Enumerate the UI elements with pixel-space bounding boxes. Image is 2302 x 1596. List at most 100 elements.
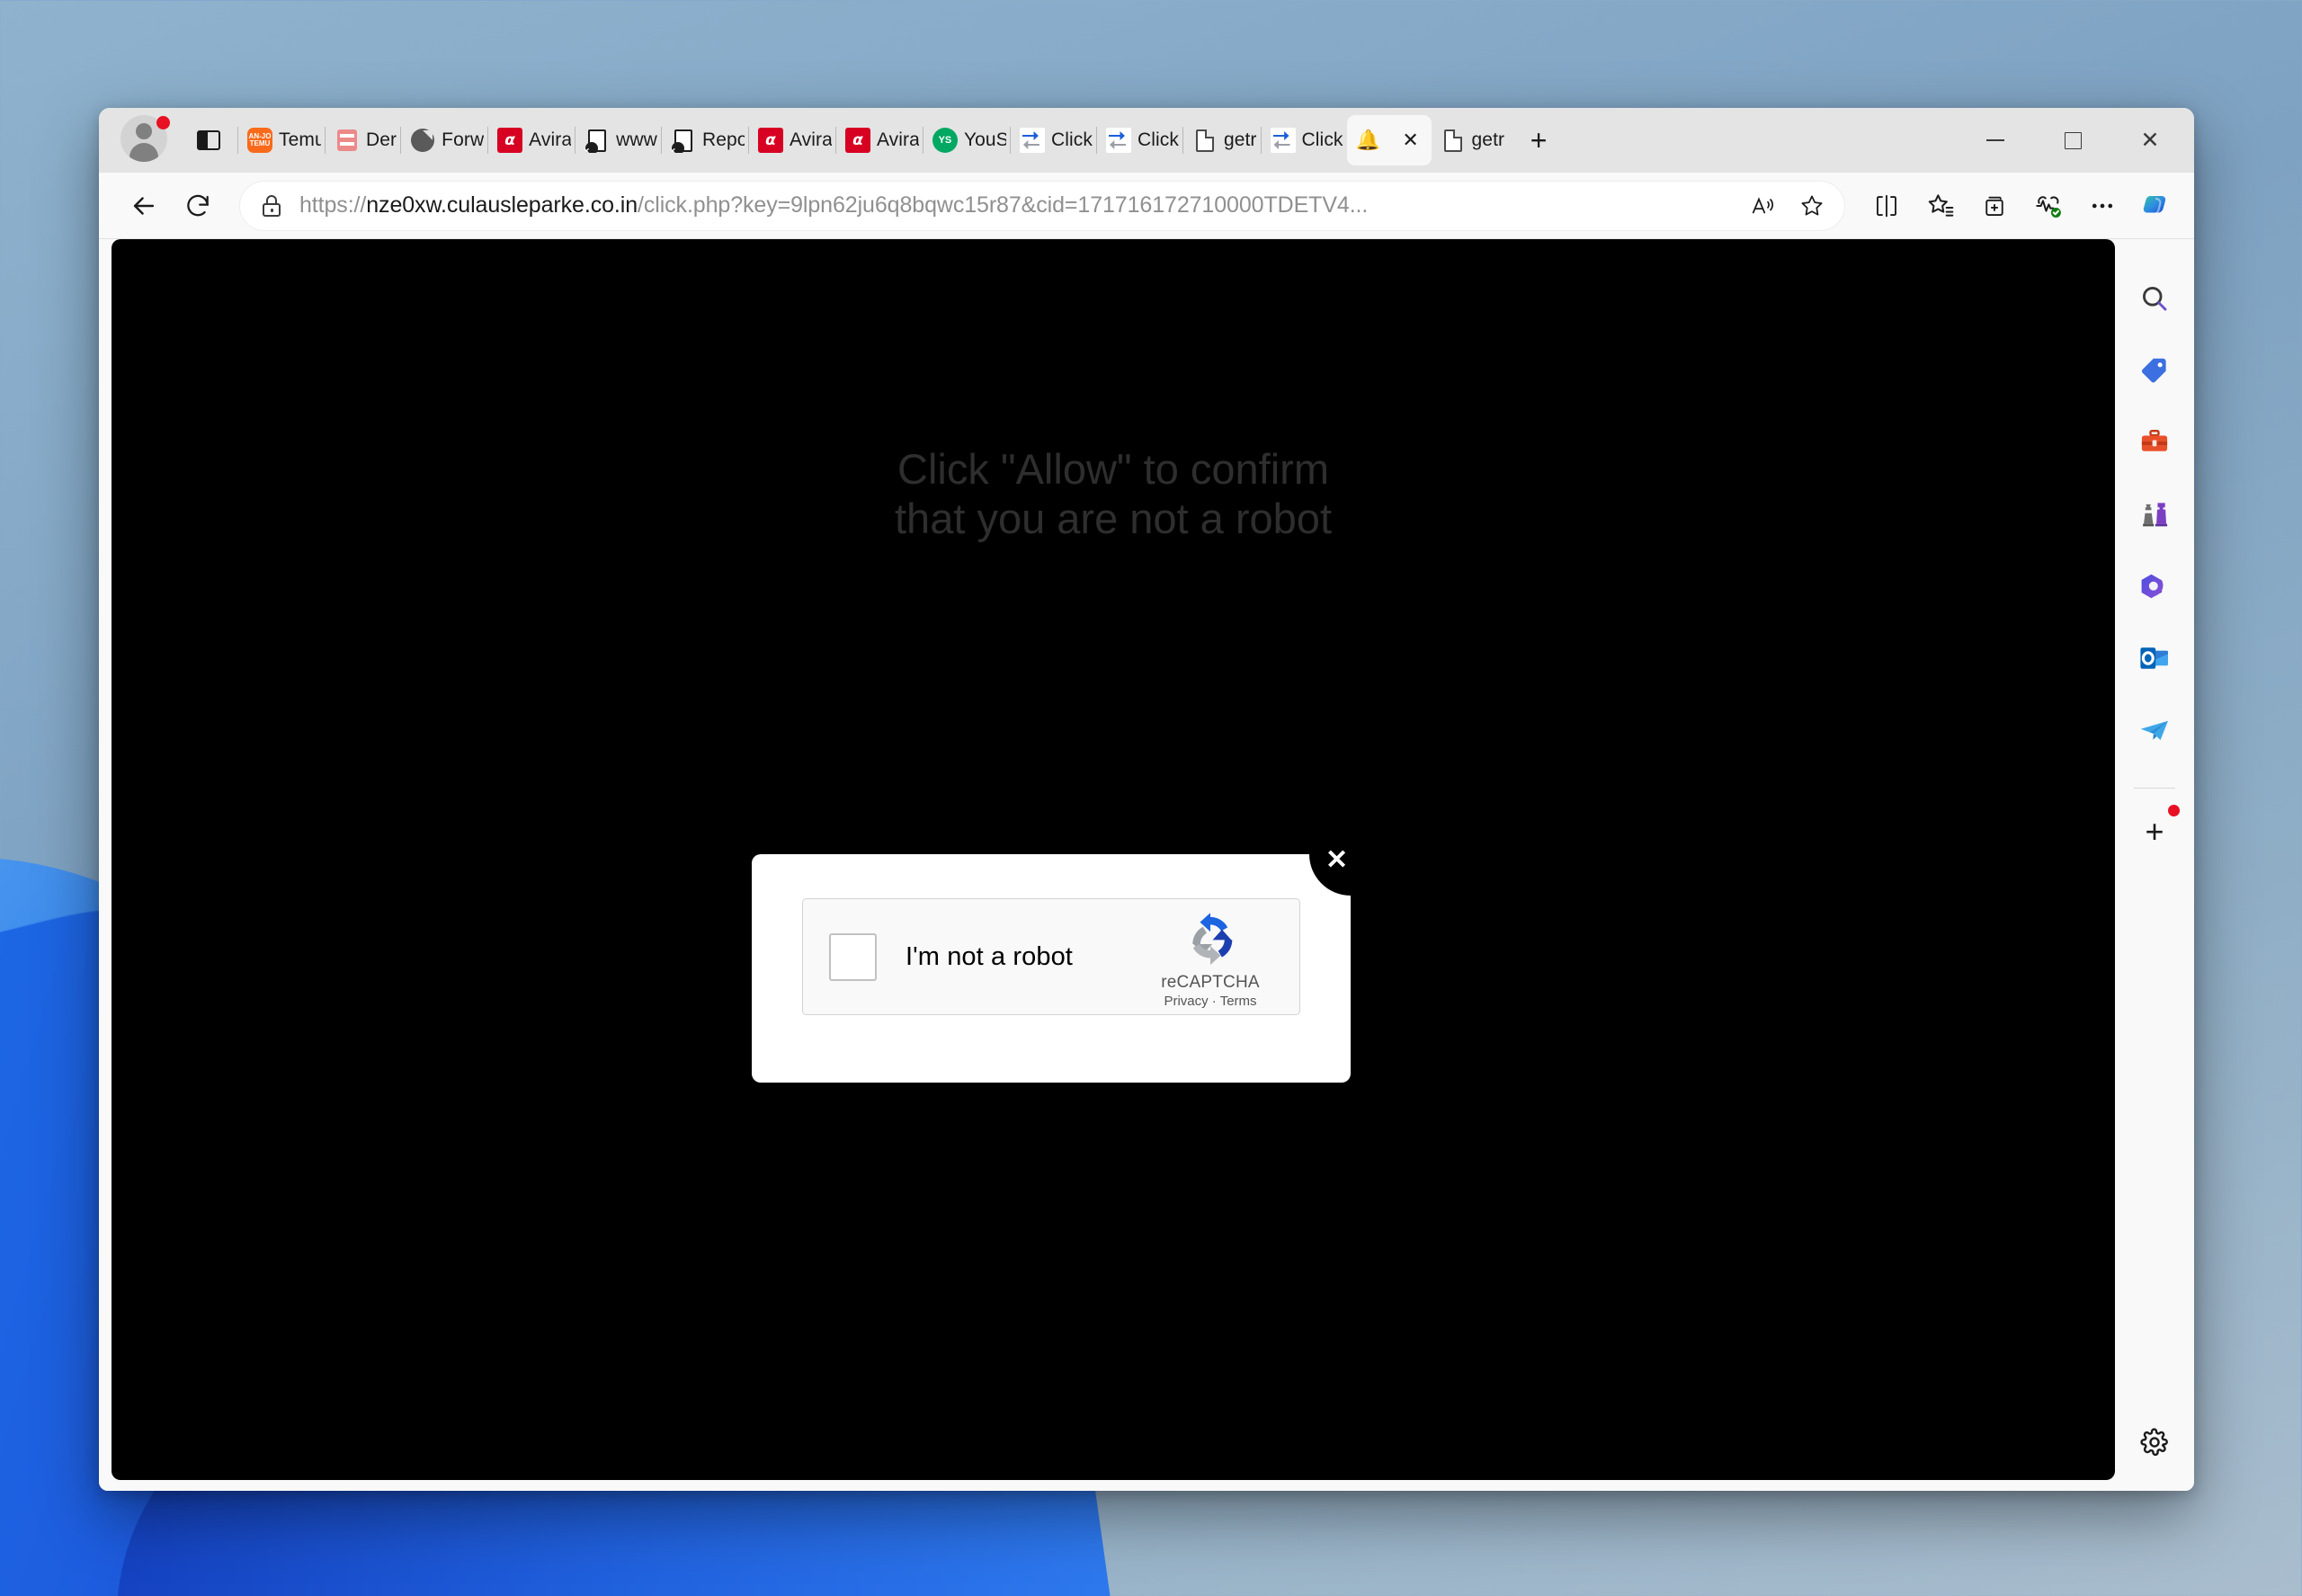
tab-title: Forw — [442, 129, 485, 150]
click-icon — [1019, 128, 1045, 153]
url-path: /click.php?key=9lpn62ju6q8bqwc15r87&cid=… — [638, 192, 1369, 218]
tab-yous[interactable]: YS YouS — [923, 115, 1010, 165]
sidebar-item-telegram[interactable] — [2128, 703, 2182, 757]
tab-click-1[interactable]: Click — [1011, 115, 1096, 165]
profile-notification-badge — [156, 116, 170, 129]
url-text: https://nze0xw.culausleparke.co.in/click… — [299, 192, 1740, 218]
sparkasse-icon — [335, 128, 360, 153]
temu-icon: AN-JO TEMU — [247, 128, 272, 153]
tab-title: Avira — [876, 129, 919, 150]
tab-avira-2[interactable]: α Avira — [749, 115, 835, 165]
page-icon — [1192, 128, 1218, 153]
tab-title: getr — [1223, 129, 1257, 150]
tab-temu[interactable]: AN-JO TEMU Temu — [238, 115, 325, 165]
recaptcha-checkbox[interactable] — [829, 932, 877, 981]
settings-more-icon[interactable] — [2077, 181, 2128, 231]
tab-repo[interactable]: ✕ Repo — [662, 115, 748, 165]
tab-click-3[interactable]: Click — [1262, 115, 1347, 165]
recaptcha-label: I'm not a robot — [906, 941, 1073, 971]
tab-title: Avira — [789, 129, 832, 150]
click-icon — [1270, 128, 1296, 153]
tab-avira-1[interactable]: α Avira — [488, 115, 575, 165]
sidebar-item-microsoft365[interactable] — [2128, 559, 2182, 613]
avira-icon: α — [757, 128, 783, 153]
read-aloud-icon[interactable] — [1740, 183, 1787, 229]
favorite-star-icon[interactable] — [1789, 183, 1835, 229]
tab-getr-2[interactable]: getr — [1432, 115, 1509, 165]
tab-avira-3[interactable]: α Avira — [836, 115, 923, 165]
sidebar-add-badge — [2168, 805, 2180, 816]
recaptcha-widget: I'm not a robot reCAPTCHA Privacy · Term… — [802, 898, 1300, 1015]
new-tab-button[interactable]: + — [1517, 119, 1560, 162]
sidebar-settings-button[interactable] — [2128, 1415, 2182, 1469]
avira-icon: α — [497, 128, 523, 153]
tab-title: Temu — [279, 129, 321, 150]
tab-title: Click — [1137, 129, 1179, 150]
back-button[interactable] — [119, 181, 169, 231]
close-icon[interactable]: ✕ — [1397, 127, 1424, 154]
address-bar-actions — [1740, 183, 1835, 229]
recaptcha-logo-icon — [1177, 905, 1244, 971]
collections-icon[interactable] — [1969, 181, 2020, 231]
recaptcha-branding: reCAPTCHA Privacy · Terms — [1143, 905, 1278, 1009]
tab-title: Click — [1301, 129, 1343, 150]
yous-icon: YS — [932, 128, 958, 153]
profile-button[interactable] — [120, 115, 171, 165]
sidebar-item-games[interactable] — [2128, 487, 2182, 541]
tab-getr-1[interactable]: getr — [1183, 115, 1261, 165]
tab-title: YouS — [963, 129, 1006, 150]
copilot-icon[interactable] — [2131, 181, 2182, 231]
minimize-button[interactable] — [1957, 108, 2034, 173]
tab-www[interactable]: ✕ www — [576, 115, 661, 165]
sidebar-item-search[interactable] — [2128, 272, 2182, 325]
edge-sidebar: + — [2115, 239, 2194, 1491]
recaptcha-links: Privacy · Terms — [1143, 994, 1278, 1009]
tab-strip: AN-JO TEMU Temu Der Forw α Avira ✕ www ✕… — [99, 108, 2194, 173]
url-host: nze0xw.culausleparke.co.in — [366, 192, 638, 218]
tab-forw[interactable]: Forw — [401, 115, 487, 165]
lock-icon — [260, 194, 283, 218]
avira-icon: α — [844, 128, 870, 153]
tab-title: Avira — [529, 129, 572, 150]
tab-click-2[interactable]: Click — [1097, 115, 1182, 165]
sidebar-divider — [2134, 788, 2175, 789]
sidebar-item-shopping[interactable] — [2128, 343, 2182, 397]
tab-title: Click — [1050, 129, 1093, 150]
dialog-close-button[interactable]: ✕ — [1309, 813, 1392, 896]
sidebar-item-outlook[interactable] — [2128, 631, 2182, 685]
page-icon — [1441, 128, 1466, 153]
tab-title: Repo — [701, 129, 745, 150]
window-close-button[interactable]: ✕ — [2111, 108, 2189, 173]
web-page-content: Click "Allow" to confirm that you are no… — [112, 239, 2115, 1480]
blocked-doc-icon: ✕ — [671, 128, 696, 153]
tab-title: www — [616, 129, 657, 150]
refresh-button[interactable] — [173, 181, 223, 231]
page-headline: Click "Allow" to confirm that you are no… — [895, 445, 1332, 543]
tab-actions-button[interactable] — [189, 120, 228, 160]
favorites-icon[interactable] — [1915, 181, 1966, 231]
tab-actions-icon — [197, 130, 220, 150]
bell-icon: 🔔 — [1355, 129, 1381, 151]
browser-window: AN-JO TEMU Temu Der Forw α Avira ✕ www ✕… — [99, 108, 2194, 1491]
blocked-doc-icon: ✕ — [584, 128, 610, 153]
recaptcha-terms-link[interactable]: Terms — [1220, 994, 1257, 1009]
forward-icon — [410, 128, 435, 153]
browser-essentials-icon[interactable] — [2023, 181, 2074, 231]
maximize-button[interactable] — [2034, 108, 2111, 173]
recaptcha-link-separator: · — [1211, 994, 1217, 1009]
sidebar-item-tools[interactable] — [2128, 415, 2182, 469]
sidebar-add-button[interactable]: + — [2128, 805, 2182, 859]
window-body: Click "Allow" to confirm that you are no… — [99, 239, 2194, 1491]
split-screen-icon[interactable] — [1861, 181, 1912, 231]
tab-title: getr — [1471, 129, 1505, 150]
tab-active-notification[interactable]: 🔔 ✕ — [1346, 115, 1432, 165]
tab-der[interactable]: Der — [326, 115, 400, 165]
recaptcha-brand-name: reCAPTCHA — [1161, 973, 1260, 992]
captcha-dialog: ✕ I'm not a robot reCAPTCHA Privacy · Te… — [752, 813, 1392, 1083]
address-bar[interactable]: https://nze0xw.culausleparke.co.in/click… — [239, 180, 1845, 231]
recaptcha-privacy-link[interactable]: Privacy — [1164, 994, 1208, 1009]
url-scheme: https:// — [299, 192, 367, 218]
tab-title: Der — [366, 129, 397, 150]
plus-icon: + — [2145, 813, 2164, 850]
click-icon — [1105, 128, 1131, 153]
